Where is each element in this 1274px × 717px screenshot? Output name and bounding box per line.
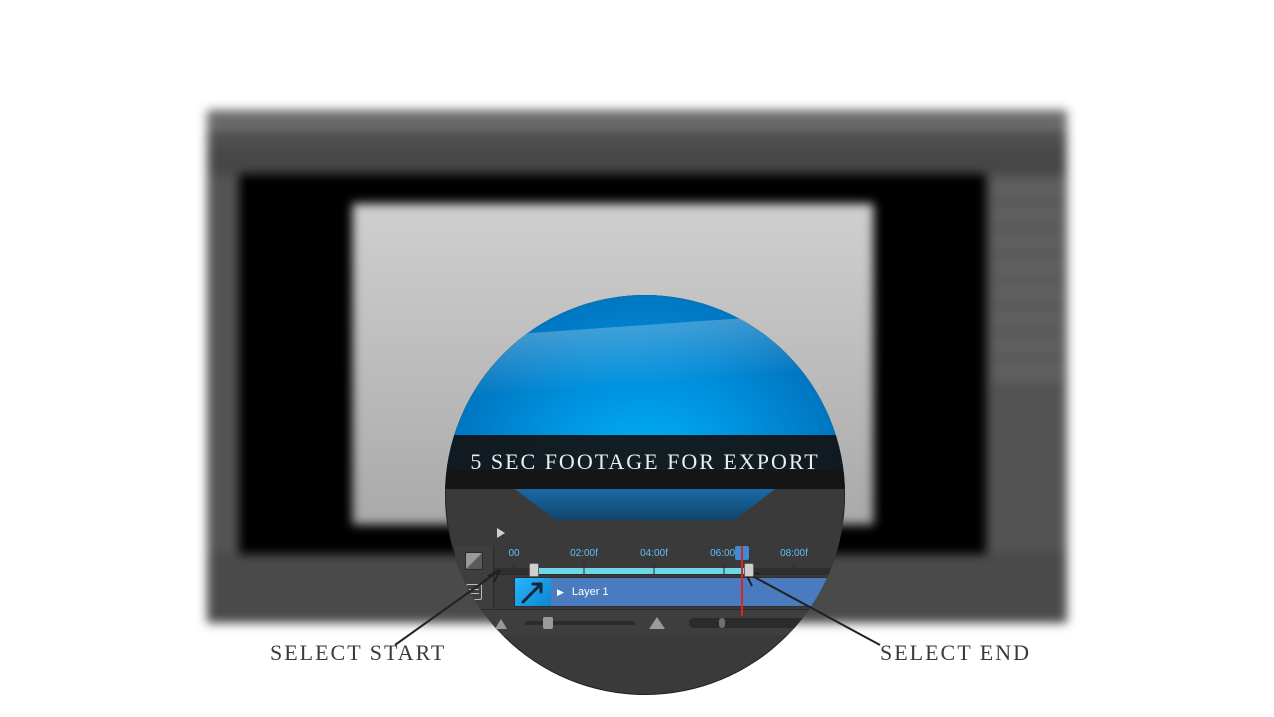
zoom-slider-knob[interactable] xyxy=(543,617,553,629)
ruler-tick: 08:00f xyxy=(780,548,808,559)
ruler-tick: 04:00f xyxy=(640,548,668,559)
timeline-scrollbar-thumb[interactable] xyxy=(719,618,725,628)
callout-banner-text: 5 sec footage for export xyxy=(470,449,819,475)
ruler-tick: 00 xyxy=(508,548,519,559)
zoom-in-icon[interactable] xyxy=(649,617,665,629)
work-area-end-handle[interactable] xyxy=(744,563,754,577)
window-titlebar xyxy=(207,110,1067,132)
tools-panel xyxy=(207,174,239,554)
window-menubar xyxy=(207,132,1067,150)
window-optionsbar xyxy=(207,150,1067,174)
leader-line-start xyxy=(390,560,530,650)
annotation-select-end: Select End xyxy=(880,640,1031,666)
zoom-slider[interactable] xyxy=(525,621,635,625)
clip-label: Layer 1 xyxy=(572,586,609,598)
callout-banner: 5 sec footage for export xyxy=(445,435,845,489)
timeline-playback-controls xyxy=(455,520,845,546)
work-area-start-handle[interactable] xyxy=(529,563,539,577)
play-icon[interactable] xyxy=(497,528,505,538)
ruler-tick: 06:00f xyxy=(710,548,738,559)
current-time-line xyxy=(741,546,743,616)
ruler-tick: 02:00f xyxy=(570,548,598,559)
right-panels xyxy=(986,174,1067,554)
clip-expand-icon[interactable]: ▶ xyxy=(557,587,564,598)
leader-line-end xyxy=(730,560,890,650)
work-area-range[interactable] xyxy=(534,568,749,574)
